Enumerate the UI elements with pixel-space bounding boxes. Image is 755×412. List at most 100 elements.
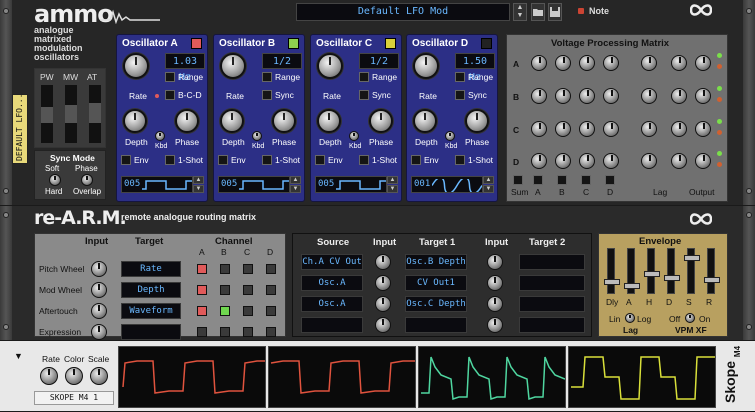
vpm-knob-1-1[interactable] bbox=[555, 88, 571, 104]
oscillator-b-phase-knob[interactable] bbox=[272, 109, 296, 133]
oscillator-d-waveform-display[interactable]: 001 bbox=[411, 176, 483, 193]
oscillator-d-phase-knob[interactable] bbox=[465, 109, 489, 133]
rearm-channel-pad[interactable] bbox=[220, 264, 230, 274]
route-source-display[interactable] bbox=[301, 317, 363, 333]
route-target1-display[interactable] bbox=[405, 317, 467, 333]
rearm-target-display[interactable]: Depth bbox=[121, 282, 181, 298]
oscillator-a-waveform-display[interactable]: 005 bbox=[121, 176, 193, 193]
vpm-knob-3-2[interactable] bbox=[579, 153, 595, 169]
oscillator-c-wave-down[interactable]: ▼ bbox=[387, 185, 398, 193]
oscillator-d-range-toggle[interactable] bbox=[455, 72, 465, 82]
vpm-sum-toggle-3[interactable] bbox=[605, 175, 615, 185]
vpm-knob-1-2[interactable] bbox=[579, 88, 595, 104]
vpm-knob-0-3[interactable] bbox=[603, 55, 619, 71]
route-input1-knob[interactable] bbox=[375, 296, 391, 312]
route-input1-knob[interactable] bbox=[375, 254, 391, 270]
envelope-fader-a[interactable] bbox=[624, 248, 640, 294]
vpm-output-knob-2[interactable] bbox=[671, 121, 687, 137]
vpm-out-level-knob-1[interactable] bbox=[695, 88, 711, 104]
vpm-knob-1-3[interactable] bbox=[603, 88, 619, 104]
oscillator-a-bcd-toggle[interactable] bbox=[165, 90, 175, 100]
vpm-output-knob-0[interactable] bbox=[671, 55, 687, 71]
route-input2-knob[interactable] bbox=[487, 317, 503, 333]
oscillator-c-enable-led[interactable] bbox=[385, 38, 396, 49]
oscillator-a-oneshot-toggle[interactable] bbox=[165, 155, 175, 165]
oscillator-b-waveform-display[interactable]: 005 bbox=[218, 176, 290, 193]
lin-log-switch[interactable] bbox=[625, 313, 635, 323]
skope-fold-icon[interactable]: ▼ bbox=[14, 351, 23, 361]
vpm-knob-0-0[interactable] bbox=[531, 55, 547, 71]
route-target2-display[interactable] bbox=[519, 254, 585, 270]
route-target2-display[interactable] bbox=[519, 275, 585, 291]
route-input2-knob[interactable] bbox=[487, 296, 503, 312]
vpm-knob-2-1[interactable] bbox=[555, 121, 571, 137]
vpm-out-level-knob-3[interactable] bbox=[695, 153, 711, 169]
skope-rate-knob[interactable] bbox=[40, 367, 58, 385]
rearm-input-knob[interactable] bbox=[91, 261, 107, 277]
rearm-channel-pad[interactable] bbox=[243, 285, 253, 295]
vpm-out-level-knob-0[interactable] bbox=[695, 55, 711, 71]
route-target1-display[interactable]: CV Out1 bbox=[405, 275, 467, 291]
envelope-fader-r[interactable] bbox=[704, 248, 720, 294]
browse-patch-button[interactable] bbox=[531, 3, 545, 21]
rearm-channel-pad[interactable] bbox=[197, 285, 207, 295]
route-input2-knob[interactable] bbox=[487, 254, 503, 270]
rearm-target-display[interactable]: Waveform bbox=[121, 303, 181, 319]
rearm-input-knob[interactable] bbox=[91, 324, 107, 340]
oscillator-a-depth-knob[interactable] bbox=[123, 109, 147, 133]
vpm-lag-knob-2[interactable] bbox=[641, 121, 657, 137]
route-source-display[interactable]: Ch.A CV Out bbox=[301, 254, 363, 270]
rearm-channel-pad[interactable] bbox=[266, 327, 276, 337]
oscillator-b-oneshot-toggle[interactable] bbox=[262, 155, 272, 165]
vpm-xf-switch[interactable] bbox=[685, 313, 695, 323]
rearm-target-display[interactable]: Rate bbox=[121, 261, 181, 277]
rearm-channel-pad[interactable] bbox=[197, 264, 207, 274]
oscillator-c-oneshot-toggle[interactable] bbox=[359, 155, 369, 165]
envelope-fader-h[interactable] bbox=[644, 248, 660, 294]
oscillator-c-wave-up[interactable]: ▲ bbox=[387, 176, 398, 184]
oscillator-c-rate-knob[interactable] bbox=[317, 53, 343, 79]
sync-phase-overlap-switch[interactable] bbox=[81, 174, 93, 186]
oscillator-a-range-toggle[interactable] bbox=[165, 72, 175, 82]
oscillator-c-waveform-display[interactable]: 005 bbox=[315, 176, 387, 193]
vpm-knob-0-1[interactable] bbox=[555, 55, 571, 71]
oscillator-a-wave-down[interactable]: ▼ bbox=[193, 185, 204, 193]
oscillator-b-rate-knob[interactable] bbox=[220, 53, 246, 79]
oscillator-b-enable-led[interactable] bbox=[288, 38, 299, 49]
oscillator-d-rate-knob[interactable] bbox=[413, 53, 439, 79]
vpm-knob-0-2[interactable] bbox=[579, 55, 595, 71]
rearm-input-knob[interactable] bbox=[91, 303, 107, 319]
oscillator-b-range-toggle[interactable] bbox=[262, 72, 272, 82]
oscillator-d-oneshot-toggle[interactable] bbox=[455, 155, 465, 165]
rearm-channel-pad[interactable] bbox=[197, 306, 207, 316]
route-target1-display[interactable]: Osc.C Depth bbox=[405, 296, 467, 312]
route-input1-knob[interactable] bbox=[375, 275, 391, 291]
vpm-output-knob-1[interactable] bbox=[671, 88, 687, 104]
oscillator-a-kbd-knob[interactable] bbox=[155, 131, 165, 141]
route-target1-display[interactable]: Osc.B Depth bbox=[405, 254, 467, 270]
oscillator-d-wave-up[interactable]: ▲ bbox=[483, 176, 494, 184]
oscillator-d-depth-knob[interactable] bbox=[413, 109, 437, 133]
vpm-sum-toggle-1[interactable] bbox=[557, 175, 567, 185]
oscillator-b-sync-toggle[interactable] bbox=[262, 90, 272, 100]
oscillator-c-phase-knob[interactable] bbox=[369, 109, 393, 133]
oscillator-d-env-toggle[interactable] bbox=[411, 155, 421, 165]
rearm-channel-pad[interactable] bbox=[220, 327, 230, 337]
rearm-channel-pad[interactable] bbox=[266, 264, 276, 274]
oscillator-a-wave-up[interactable]: ▲ bbox=[193, 176, 204, 184]
rearm-target-display[interactable] bbox=[121, 324, 181, 340]
vpm-knob-2-0[interactable] bbox=[531, 121, 547, 137]
vpm-lag-knob-0[interactable] bbox=[641, 55, 657, 71]
oscillator-a-rate-knob[interactable] bbox=[123, 53, 149, 79]
vpm-knob-1-0[interactable] bbox=[531, 88, 547, 104]
route-input1-knob[interactable] bbox=[375, 317, 391, 333]
envelope-fader-dly[interactable] bbox=[604, 248, 620, 294]
vpm-knob-3-1[interactable] bbox=[555, 153, 571, 169]
vpm-knob-2-3[interactable] bbox=[603, 121, 619, 137]
vpm-sum-toggle-master[interactable] bbox=[513, 175, 523, 185]
oscillator-a-enable-led[interactable] bbox=[191, 38, 202, 49]
rearm-channel-pad[interactable] bbox=[266, 285, 276, 295]
rearm-channel-pad[interactable] bbox=[266, 306, 276, 316]
vpm-lag-knob-3[interactable] bbox=[641, 153, 657, 169]
rearm-channel-pad[interactable] bbox=[243, 306, 253, 316]
